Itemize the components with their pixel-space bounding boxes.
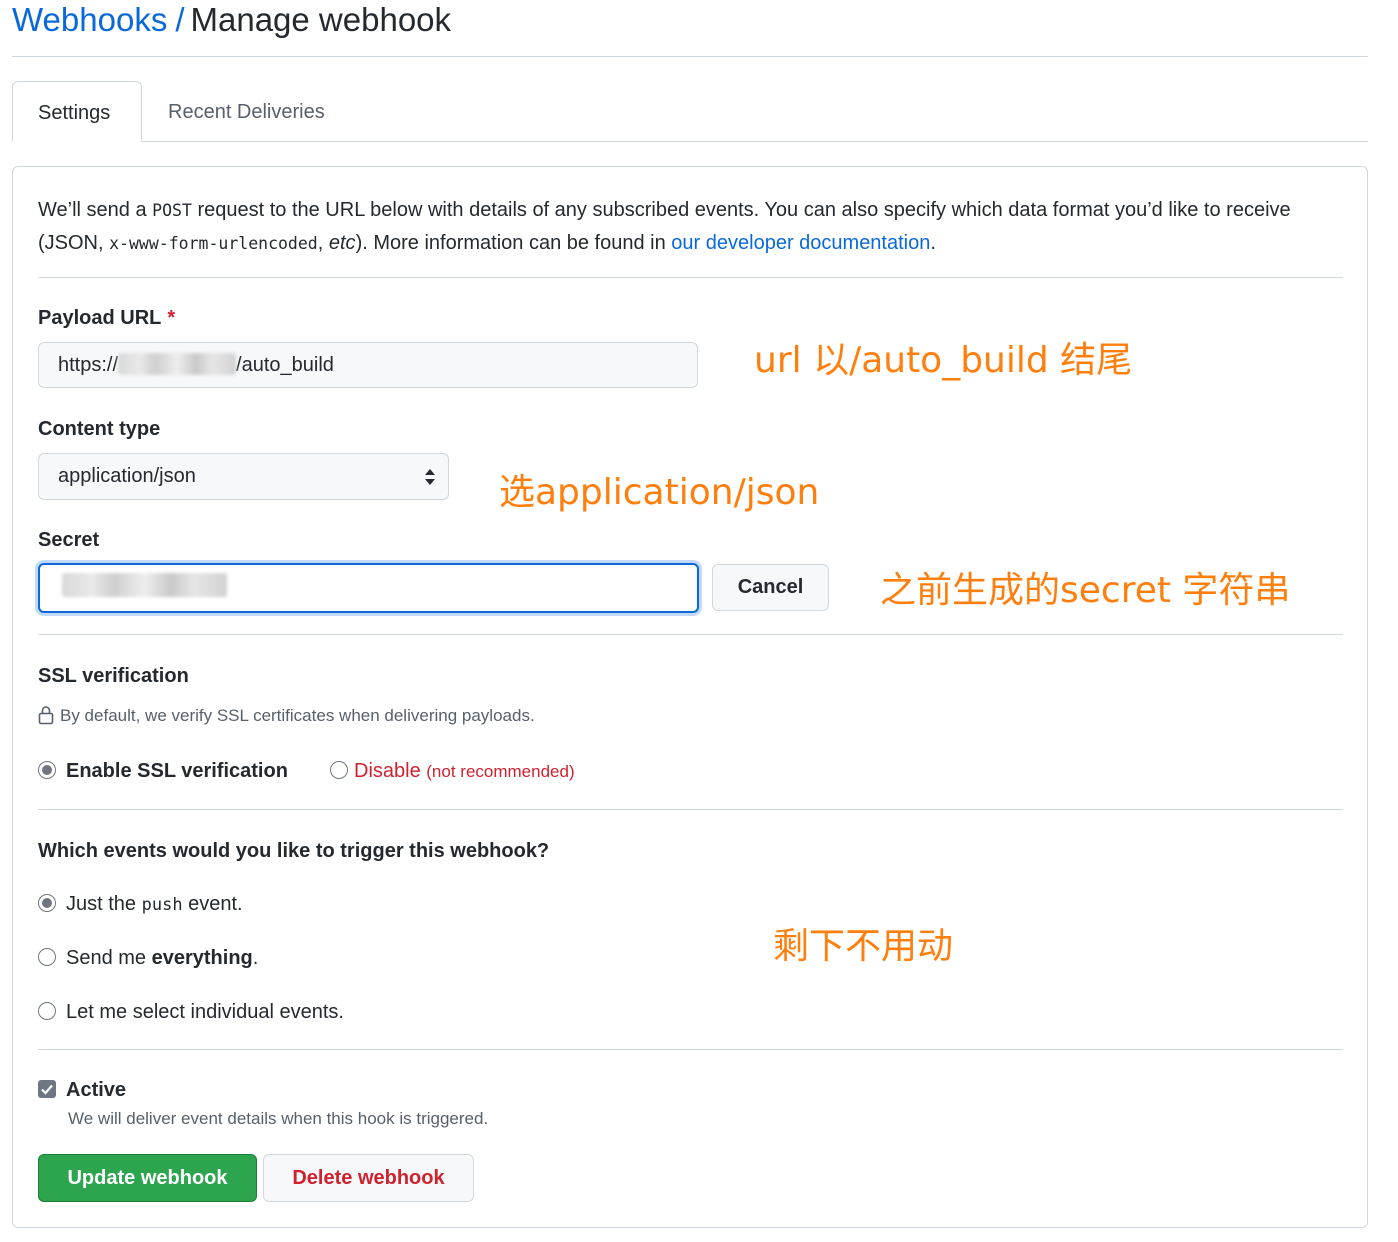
lock-icon — [38, 706, 54, 725]
content-type-label: Content type — [38, 418, 161, 440]
payload-url-label-text: Payload URL — [38, 307, 162, 329]
event-push-radio[interactable] — [38, 894, 56, 912]
tab-recent-deliveries[interactable]: Recent Deliveries — [143, 81, 350, 141]
tab-settings[interactable]: Settings — [12, 81, 142, 142]
ssl-verification-label: SSL verification — [38, 665, 189, 687]
active-option[interactable]: Active — [38, 1078, 126, 1102]
event-select-label: Let me select individual events. — [66, 1001, 344, 1023]
tab-bar: Settings Recent Deliveries — [12, 81, 1368, 142]
settings-panel: We’ll send a POST request to the URL bel… — [12, 166, 1368, 1228]
content-type-value: application/json — [58, 465, 196, 487]
event-everything-bold: everything — [151, 947, 253, 969]
update-webhook-button[interactable]: Update webhook — [38, 1154, 257, 1202]
content-type-select[interactable]: application/json — [38, 453, 449, 500]
payload-url-input[interactable]: https:// /auto_build — [38, 342, 698, 388]
intro-code-post: POST — [152, 201, 192, 220]
cancel-button[interactable]: Cancel — [712, 564, 829, 611]
section-divider — [38, 634, 1343, 635]
ssl-disable-note: (not recommended) — [426, 762, 575, 781]
event-everything-text: . — [252, 947, 259, 969]
header-divider — [12, 56, 1368, 57]
ssl-disable-radio[interactable] — [330, 761, 348, 779]
event-select-radio[interactable] — [38, 1002, 56, 1020]
section-divider — [38, 809, 1343, 810]
developer-docs-link[interactable]: our developer documentation — [671, 232, 930, 254]
url-annotation: url 以/auto_build 结尾 — [754, 340, 1133, 381]
intro-code-form: x-www-form-urlencoded — [109, 234, 318, 253]
active-checkbox[interactable] — [38, 1080, 56, 1098]
payload-url-prefix: https:// — [58, 354, 119, 376]
ssl-enable-label: Enable SSL verification — [66, 760, 288, 782]
payload-url-suffix: /auto_build — [236, 354, 334, 376]
secret-label: Secret — [38, 529, 100, 551]
event-push-code: push — [141, 895, 183, 915]
section-divider — [38, 277, 1343, 278]
intro-part: We’ll send a — [38, 199, 153, 221]
ssl-enable-option[interactable]: Enable SSL verification — [38, 759, 288, 783]
events-question: Which events would you like to trigger t… — [38, 840, 550, 862]
section-divider — [38, 1049, 1343, 1050]
payload-url-label: Payload URL * — [38, 306, 175, 330]
event-option-select[interactable]: Let me select individual events. — [38, 1000, 344, 1024]
breadcrumb-separator: / — [175, 1, 185, 38]
intro-part: , — [317, 232, 329, 254]
event-everything-radio[interactable] — [38, 948, 56, 966]
active-label: Active — [66, 1079, 127, 1101]
breadcrumb: Webhooks / Manage webhook — [12, 0, 451, 40]
delete-webhook-button[interactable]: Delete webhook — [263, 1154, 474, 1202]
intro-part: ). More information can be found in — [355, 232, 672, 254]
event-push-label: Just the push event. — [66, 893, 243, 915]
select-caret-icon — [425, 469, 435, 485]
intro-etc: etc — [328, 232, 356, 254]
ssl-disable-label: Disable — [354, 760, 421, 782]
secret-annotation: 之前生成的secret 字符串 — [880, 570, 1291, 611]
intro-part: . — [930, 232, 936, 254]
event-option-everything[interactable]: Send me everything. — [38, 946, 258, 970]
ssl-enable-radio[interactable] — [38, 761, 56, 779]
page-title: Manage webhook — [190, 1, 452, 38]
ssl-note: By default, we verify SSL certificates w… — [38, 704, 535, 728]
rest-annotation: 剩下不用动 — [773, 926, 954, 967]
ssl-disable-option[interactable]: Disable (not recommended) — [330, 759, 575, 784]
content-type-annotation: 选application/json — [499, 472, 820, 513]
required-asterisk: * — [167, 307, 176, 329]
breadcrumb-webhooks-link[interactable]: Webhooks — [12, 1, 167, 38]
event-push-text: event. — [182, 893, 243, 915]
secret-input[interactable] — [38, 563, 699, 613]
intro-text: We’ll send a POST request to the URL bel… — [38, 194, 1348, 260]
ssl-note-text: By default, we verify SSL certificates w… — [60, 706, 535, 725]
redacted-secret — [62, 573, 227, 597]
event-everything-text: Send me — [66, 947, 152, 969]
checkmark-icon — [41, 1084, 53, 1095]
event-everything-label: Send me everything. — [66, 947, 258, 969]
event-option-push[interactable]: Just the push event. — [38, 892, 243, 917]
redacted-host — [118, 353, 237, 375]
active-hint: We will deliver event details when this … — [68, 1109, 489, 1128]
event-push-text: Just the — [66, 893, 142, 915]
